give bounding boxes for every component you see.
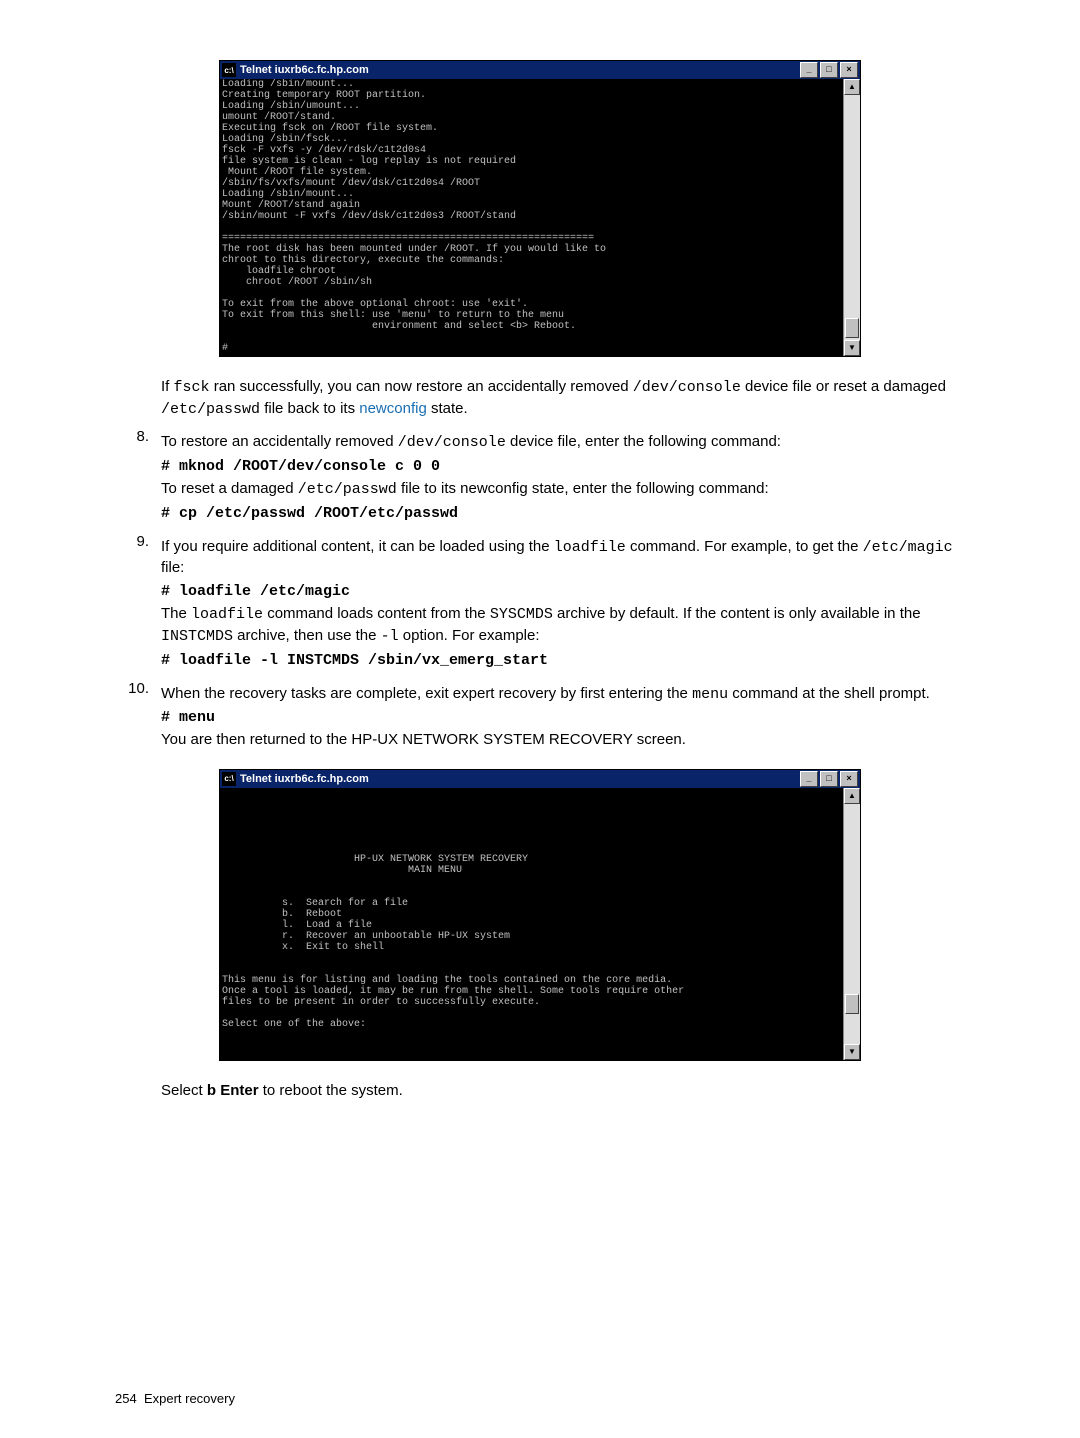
terminal-content: Loading /sbin/mount... Creating temporar… [220,79,843,356]
terminal-content: HP-UX NETWORK SYSTEM RECOVERY MAIN MENU … [220,788,843,1060]
page-footer: 254 Expert recovery [115,1391,235,1406]
titlebar: c:\ Telnet iuxrb6c.fc.hp.com _ □ × [220,770,860,788]
cmd-icon: c:\ [222,772,236,786]
paragraph: If fsck ran successfully, you can now re… [161,377,965,420]
scrollbar[interactable]: ▲ ▼ [843,79,860,356]
step-8: 8. To restore an accidentally removed /d… [115,428,965,524]
newconfig-link[interactable]: newconfig [359,400,427,417]
maximize-button[interactable]: □ [820,771,838,787]
step-number: 10. [115,680,161,755]
scrollbar[interactable]: ▲ ▼ [843,788,860,1060]
step-number: 8. [115,428,161,524]
close-button[interactable]: × [840,771,858,787]
command: # mknod /ROOT/dev/console c 0 0 [161,458,965,475]
step-10: 10. When the recovery tasks are complete… [115,680,965,755]
paragraph: Select b Enter to reboot the system. [161,1081,965,1102]
command: # loadfile /etc/magic [161,583,965,600]
step-text: If you require additional content, it ca… [161,537,965,579]
minimize-button[interactable]: _ [800,771,818,787]
page-number: 254 [115,1391,137,1406]
step-text: You are then returned to the HP-UX NETWO… [161,730,965,751]
titlebar: c:\ Telnet iuxrb6c.fc.hp.com _ □ × [220,61,860,79]
scroll-down-icon[interactable]: ▼ [844,1044,860,1060]
command: # cp /etc/passwd /ROOT/etc/passwd [161,505,965,522]
terminal-window-1: c:\ Telnet iuxrb6c.fc.hp.com _ □ × Loadi… [219,60,861,357]
step-text: When the recovery tasks are complete, ex… [161,684,965,706]
step-text: To reset a damaged /etc/passwd file to i… [161,479,965,501]
maximize-button[interactable]: □ [820,62,838,78]
page: c:\ Telnet iuxrb6c.fc.hp.com _ □ × Loadi… [0,0,1080,1438]
scroll-thumb[interactable] [845,318,859,338]
scroll-down-icon[interactable]: ▼ [844,340,860,356]
footer-title: Expert recovery [144,1391,235,1406]
step-9: 9. If you require additional content, it… [115,533,965,672]
step-text: The loadfile command loads content from … [161,604,965,647]
scroll-thumb[interactable] [845,994,859,1014]
step-text: To restore an accidentally removed /dev/… [161,432,965,454]
window-title: Telnet iuxrb6c.fc.hp.com [240,64,800,76]
window-title: Telnet iuxrb6c.fc.hp.com [240,773,800,785]
command: # loadfile -l INSTCMDS /sbin/vx_emerg_st… [161,652,965,669]
close-button[interactable]: × [840,62,858,78]
scroll-up-icon[interactable]: ▲ [844,79,860,95]
minimize-button[interactable]: _ [800,62,818,78]
terminal-window-2: c:\ Telnet iuxrb6c.fc.hp.com _ □ × HP-UX… [219,769,861,1061]
scroll-up-icon[interactable]: ▲ [844,788,860,804]
step-number: 9. [115,533,161,672]
cmd-icon: c:\ [222,63,236,77]
command: # menu [161,709,965,726]
